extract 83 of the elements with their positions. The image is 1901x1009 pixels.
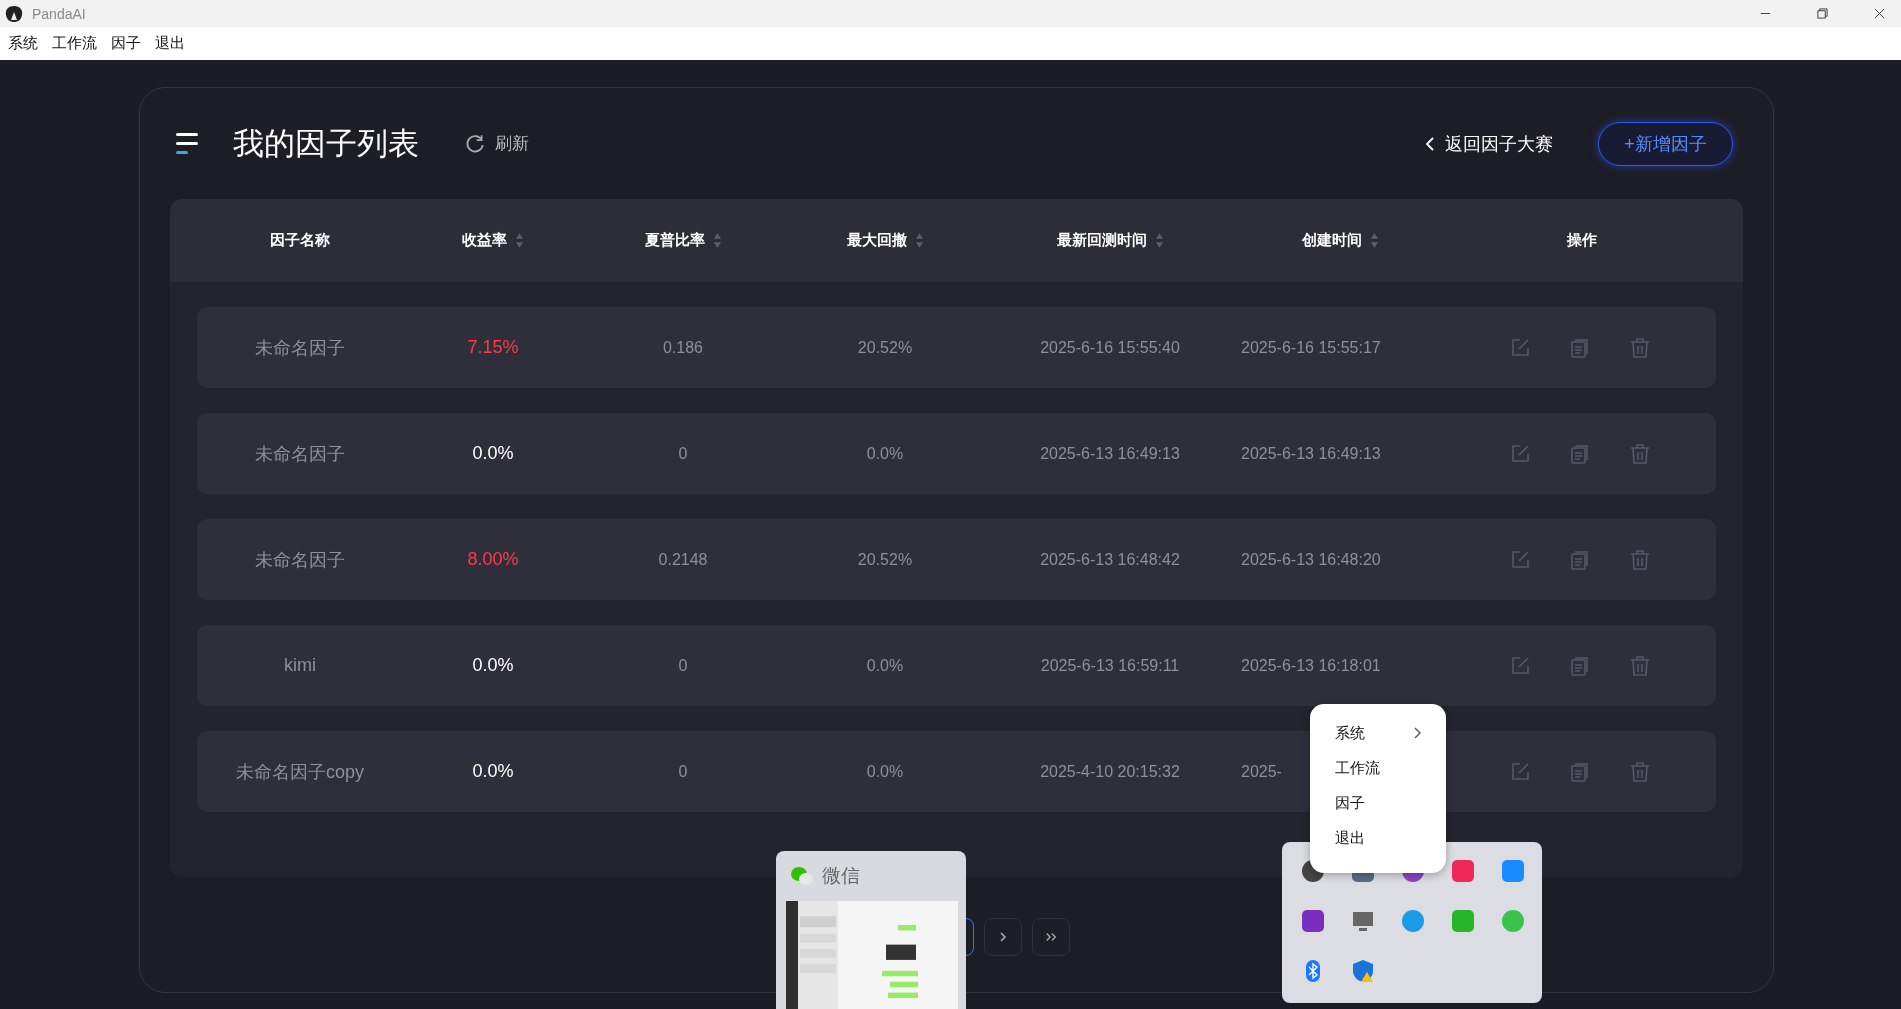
document-icon[interactable]	[1570, 761, 1590, 782]
column-header[interactable]: 收益率	[462, 231, 507, 250]
preview-title: 微信	[822, 864, 860, 888]
window-preview-tooltip[interactable]: 微信	[776, 851, 966, 1009]
close-icon[interactable]	[1874, 8, 1885, 19]
menu-item[interactable]: 因子	[111, 34, 141, 53]
table-cell: 0.0%	[866, 762, 904, 781]
table-cell-text: 未命名因子	[255, 442, 345, 466]
sort-icon[interactable]	[515, 232, 524, 249]
document-icon[interactable]	[1570, 549, 1590, 570]
return-value: 0.0%	[472, 655, 514, 676]
table-cell: kimi	[284, 655, 316, 676]
document-icon[interactable]	[1570, 337, 1590, 358]
edit-icon[interactable]	[1510, 337, 1530, 358]
table-cell: 2025-6-13 16:59:11	[1040, 656, 1180, 675]
table-cell: 0.0%	[866, 656, 904, 675]
return-value: 0.0%	[472, 761, 514, 782]
table-cell: 20.52%	[857, 338, 913, 357]
table-cell: 2025-6-13 16:18:01	[1241, 656, 1381, 675]
context-menu-item[interactable]: 退出	[1335, 828, 1365, 848]
table-cell: 0.2148	[658, 550, 708, 569]
return-value: 7.15%	[467, 337, 519, 358]
trash-icon[interactable]	[1630, 655, 1650, 676]
table-cell: 2025-6-13 16:49:13	[1040, 444, 1180, 463]
document-icon[interactable]	[1570, 655, 1590, 676]
table-cell-text: 未命名因子	[255, 336, 345, 360]
chevron-left-icon[interactable]	[1425, 135, 1435, 152]
menu-item[interactable]: 系统	[8, 34, 38, 53]
trash-icon[interactable]	[1630, 761, 1650, 782]
table-cell-text: 未命名因子	[255, 548, 345, 572]
trash-icon[interactable]	[1630, 443, 1650, 464]
last-page-button[interactable]	[1032, 918, 1070, 956]
column-header[interactable]: 最大回撤	[846, 231, 907, 250]
column-header: 因子名称	[270, 231, 330, 250]
context-menu-item[interactable]: 因子	[1335, 793, 1365, 813]
edit-icon[interactable]	[1510, 549, 1530, 570]
sort-icon[interactable]	[1369, 232, 1379, 249]
add-factor-button[interactable]: +新增因子	[1598, 121, 1733, 166]
context-menu-item[interactable]: 工作流	[1335, 758, 1380, 778]
table-cell: 2025-6-16 15:55:40	[1040, 338, 1180, 357]
return-value: 0.0%	[472, 443, 514, 464]
trash-icon[interactable]	[1630, 549, 1650, 570]
restore-icon[interactable]	[1817, 8, 1828, 19]
sort-icon[interactable]	[712, 232, 722, 249]
edit-icon[interactable]	[1510, 761, 1530, 782]
context-menu-item[interactable]: 系统	[1335, 723, 1365, 743]
tray-app-icon[interactable]	[1301, 909, 1325, 933]
edit-icon[interactable]	[1510, 655, 1530, 676]
return-value: 8.00%	[467, 549, 519, 570]
table-cell: 0	[678, 656, 688, 675]
double-chevron-right-icon	[1045, 931, 1057, 943]
table-cell-text: 未命名因子copy	[236, 760, 364, 784]
back-link[interactable]: 返回因子大赛	[1445, 131, 1553, 156]
sort-icon[interactable]	[1154, 232, 1164, 249]
trash-icon[interactable]	[1630, 337, 1650, 358]
next-page-button[interactable]	[984, 918, 1022, 956]
table-cell: 2025-6-13 16:48:20	[1241, 550, 1381, 569]
table-cell: 2025-4-10 20:15:32	[1040, 762, 1180, 781]
menu-icon[interactable]	[176, 131, 200, 156]
chat-app-icon	[790, 866, 814, 886]
window-title: PandaAI	[32, 5, 86, 22]
table-cell: 20.52%	[857, 550, 913, 569]
table-cell: 2025-6-13 16:48:42	[1040, 550, 1180, 569]
table-cell: 0.0%	[866, 444, 904, 463]
refresh-icon[interactable]	[464, 132, 486, 155]
menu-item[interactable]: 退出	[155, 34, 185, 53]
chevron-right-icon	[997, 931, 1009, 943]
table-cell: 0	[678, 444, 688, 463]
table-cell: 0.186	[662, 338, 703, 357]
column-header[interactable]: 夏普比率	[644, 231, 705, 250]
document-icon[interactable]	[1570, 443, 1590, 464]
table-cell: 2025-6-13 16:49:13	[1241, 444, 1381, 463]
refresh-link[interactable]: 刷新	[495, 132, 529, 155]
column-header: 操作	[1566, 231, 1597, 250]
column-header[interactable]: 创建时间	[1301, 231, 1362, 250]
sort-icon[interactable]	[914, 232, 924, 249]
table-cell: 2025-	[1241, 762, 1282, 781]
edit-icon[interactable]	[1510, 443, 1530, 464]
table-cell: 0	[678, 762, 688, 781]
menu-item[interactable]: 工作流	[52, 34, 97, 53]
page-title: 我的因子列表	[233, 124, 419, 163]
column-header[interactable]: 最新回测时间	[1056, 231, 1147, 250]
table-cell: 2025-6-16 15:55:17	[1241, 338, 1381, 357]
